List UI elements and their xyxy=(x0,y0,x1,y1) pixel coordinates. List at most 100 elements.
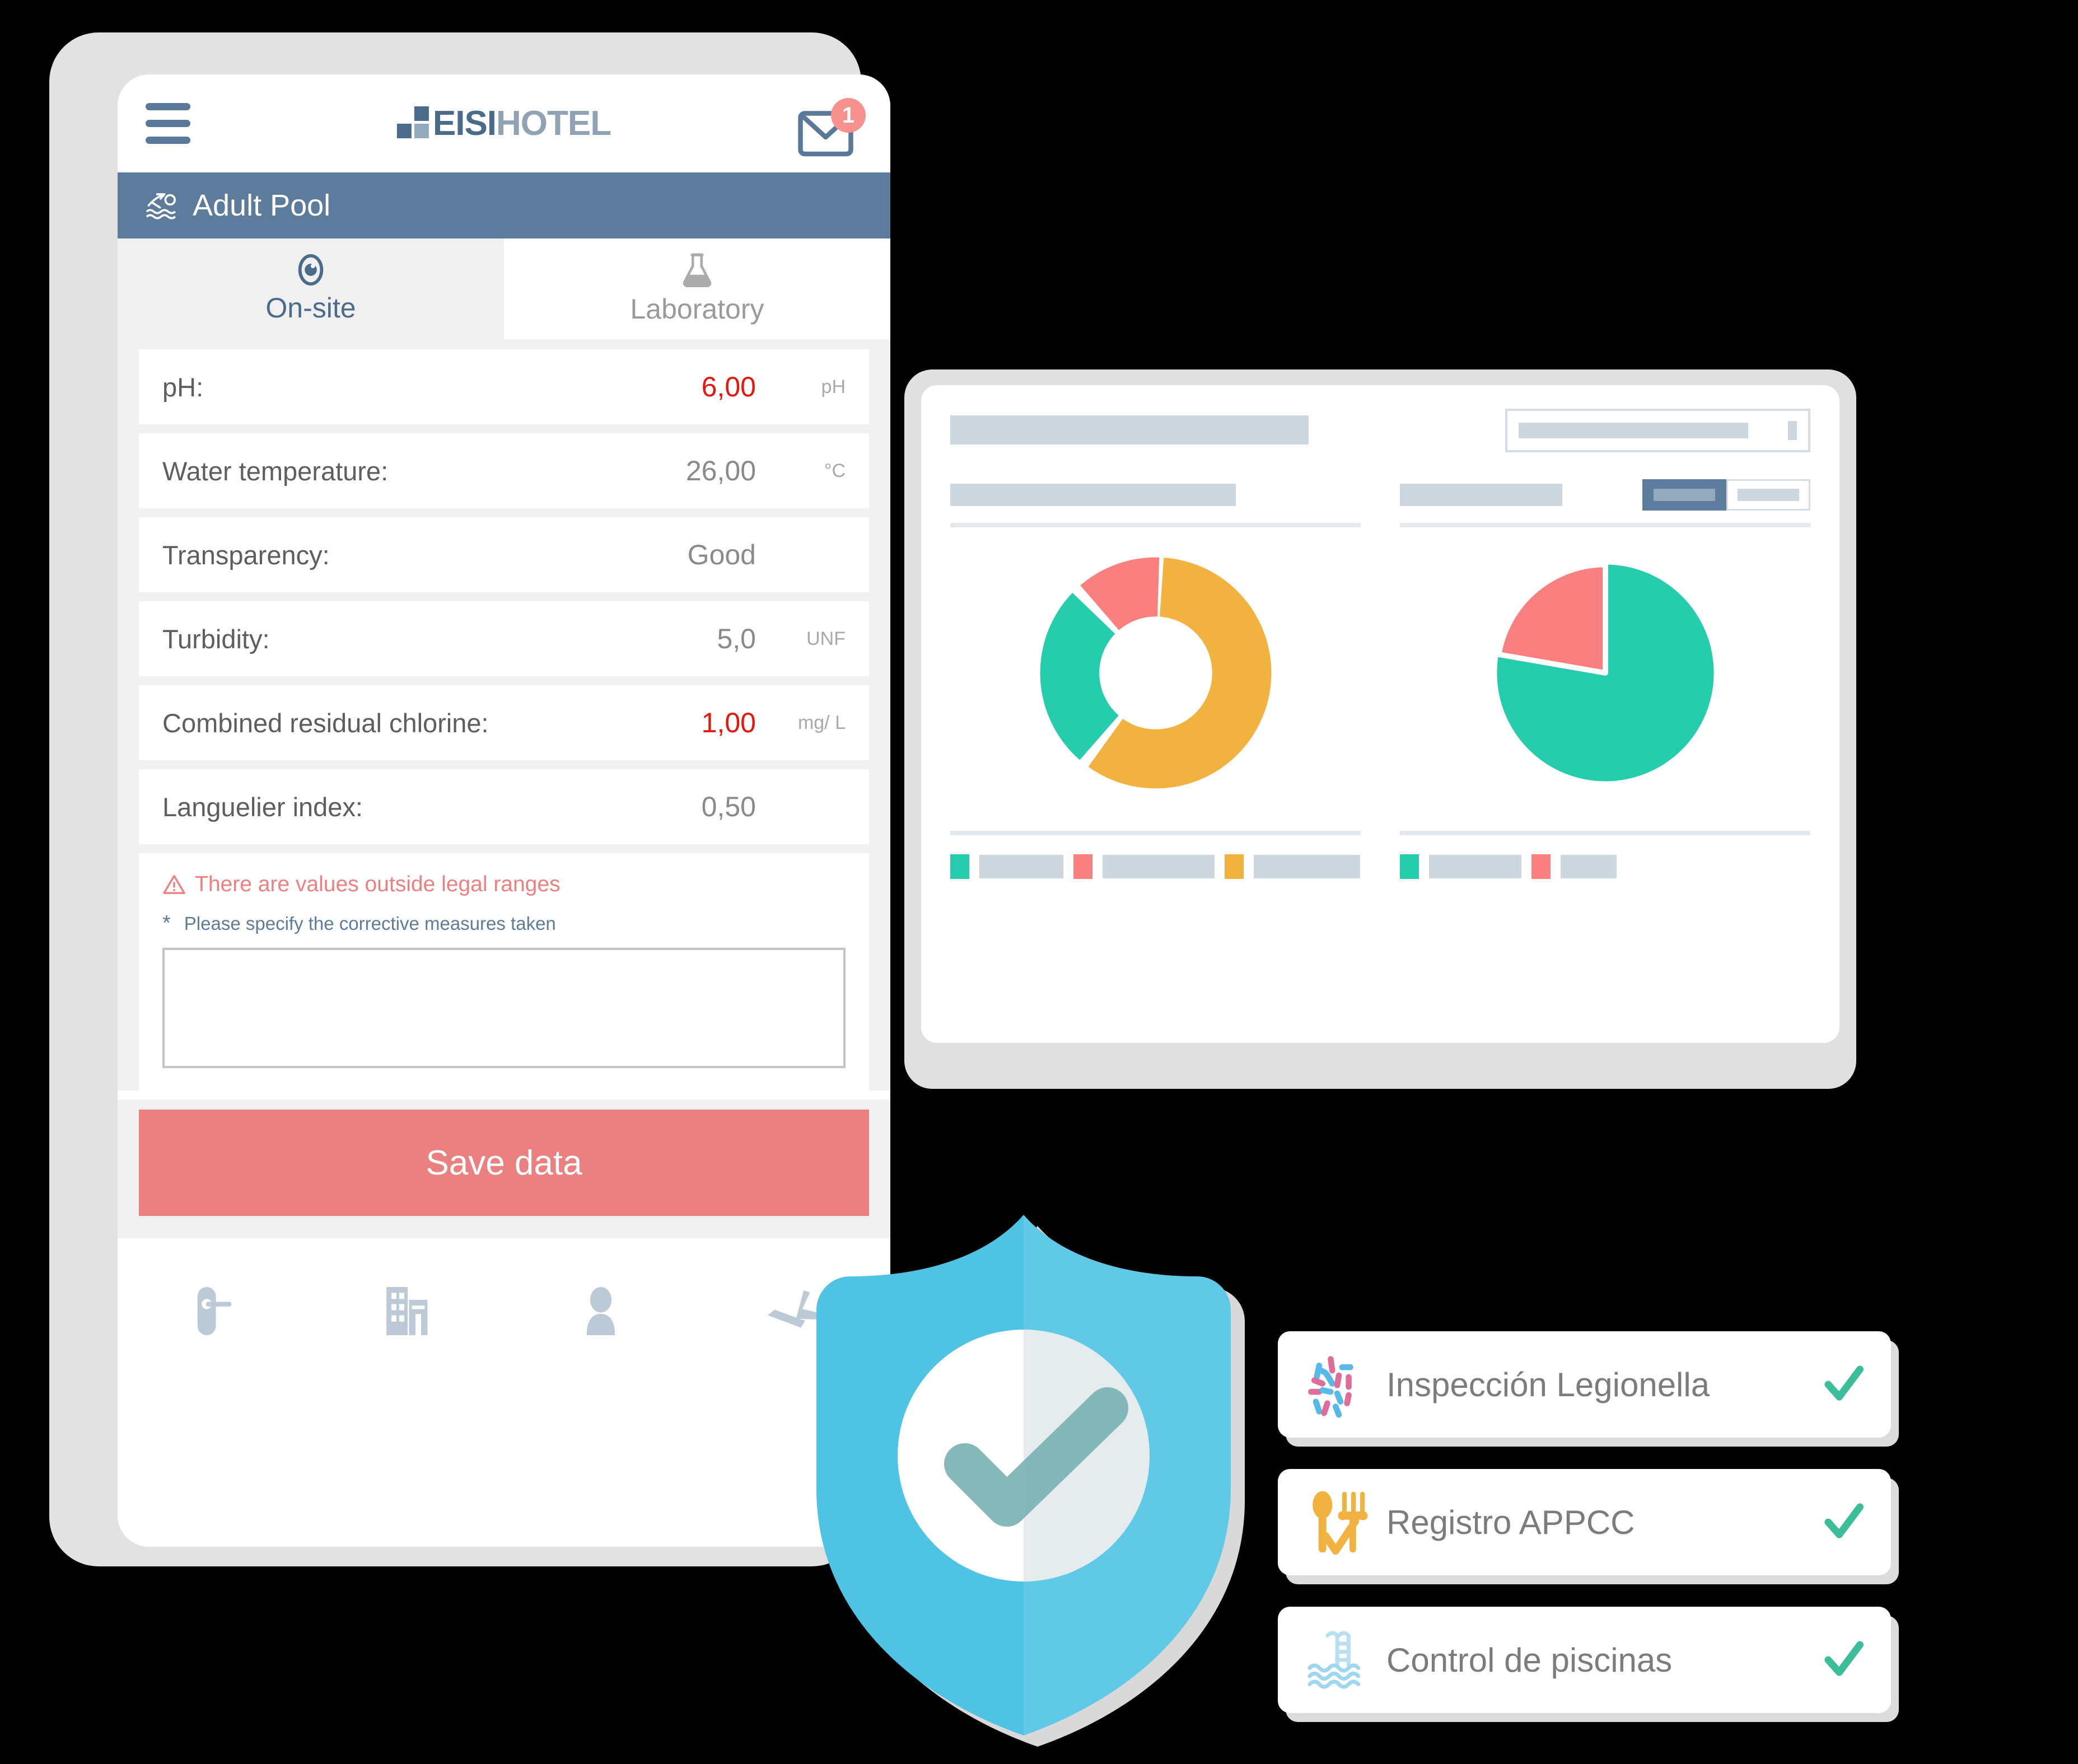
badge-card-pools[interactable]: Control de piscinas xyxy=(1278,1607,1891,1713)
page-title: Adult Pool xyxy=(193,189,331,222)
field-ph-unit: pH xyxy=(821,376,846,397)
logo-text-secondary: HOTEL xyxy=(496,104,611,143)
corrective-measures-label: Please specify the corrective measures t… xyxy=(184,913,556,934)
legend-swatch-coral xyxy=(1073,854,1092,879)
field-water-temperature[interactable]: Water temperature: 26,00 °C xyxy=(139,433,869,508)
person-icon xyxy=(586,1287,615,1335)
corrective-measures-card: There are values outside legal ranges * … xyxy=(139,853,869,1091)
pool-ladder-icon xyxy=(1302,1627,1375,1693)
bottom-navigation xyxy=(118,1238,890,1384)
pool-context-bar: Adult Pool xyxy=(118,172,890,238)
field-turbidity-label: Turbidity: xyxy=(162,624,270,654)
badge-label: Inspección Legionella xyxy=(1386,1365,1710,1403)
pie-chart[interactable] xyxy=(1400,527,1810,818)
tab-laboratory[interactable]: Laboratory xyxy=(504,238,890,339)
measurements-form: pH: 6,00 pH Water temperature: 26,00 °C … xyxy=(118,339,890,1091)
cutlery-check-icon xyxy=(1302,1489,1375,1556)
donut-panel-divider xyxy=(950,523,1361,527)
door-handle-icon xyxy=(197,1287,231,1335)
pie-legend-divider xyxy=(1400,831,1810,835)
toggle-inactive-label-placeholder xyxy=(1738,489,1799,501)
dashboard-screen xyxy=(921,385,1839,1043)
warning-triangle-icon xyxy=(163,875,185,894)
field-combined-residual-chlorine-unit: mg/ L xyxy=(797,712,846,733)
shield-check-icon xyxy=(816,1215,1245,1747)
field-combined-residual-chlorine[interactable]: Combined residual chlorine: 1,00 mg/ L xyxy=(139,685,869,760)
field-ph-value: 6,00 xyxy=(701,371,756,403)
check-icon xyxy=(1818,1640,1869,1679)
logo-bars-icon xyxy=(396,106,429,138)
toggle-option-active[interactable] xyxy=(1642,479,1726,511)
nav-item-guest[interactable] xyxy=(504,1284,697,1338)
dashboard-header xyxy=(950,409,1810,452)
legend-label-placeholder-3 xyxy=(1254,855,1360,878)
badge-label: Registro APPCC xyxy=(1386,1503,1635,1541)
search-icon xyxy=(1788,421,1797,440)
search-value-placeholder xyxy=(1519,423,1748,438)
legend-swatch-teal xyxy=(1400,854,1419,879)
mail-badge-count: 1 xyxy=(831,98,866,133)
phone-screen: EISIHOTEL 1 Adult Pool On-site Laborator… xyxy=(118,74,890,1547)
tablet-device-frame xyxy=(904,369,1856,1089)
pie-panel-divider xyxy=(1400,523,1810,527)
field-water-temperature-unit: °C xyxy=(824,460,846,481)
pie-view-toggle[interactable] xyxy=(1642,479,1810,511)
field-ph-label: pH: xyxy=(162,372,204,402)
field-transparency[interactable]: Transparency: Good xyxy=(139,517,869,592)
field-languelier-index-value: 0,50 xyxy=(701,791,756,822)
field-combined-residual-chlorine-label: Combined residual chlorine: xyxy=(162,708,489,738)
shield-check-badge xyxy=(816,1215,1259,1752)
search-input[interactable] xyxy=(1505,409,1810,452)
field-turbidity-value: 5,0 xyxy=(717,623,756,654)
badge-card-legionella[interactable]: Inspección Legionella xyxy=(1278,1331,1891,1438)
eye-icon xyxy=(298,254,324,286)
tab-laboratory-label: Laboratory xyxy=(630,293,764,325)
phone-device-frame: EISIHOTEL 1 Adult Pool On-site Laborator… xyxy=(49,32,890,1566)
donut-panel-header xyxy=(950,479,1361,511)
field-combined-residual-chlorine-value: 1,00 xyxy=(701,707,756,738)
swimmer-icon xyxy=(146,193,176,219)
check-icon xyxy=(1818,1365,1869,1404)
corrective-measures-input[interactable] xyxy=(162,948,846,1068)
donut-legend xyxy=(950,835,1361,879)
dashboard-title-placeholder xyxy=(950,415,1309,444)
legend-label-placeholder-2 xyxy=(1103,855,1215,878)
donut-panel xyxy=(950,479,1361,879)
field-turbidity-unit: UNF xyxy=(806,628,846,649)
badge-label: Control de piscinas xyxy=(1386,1641,1673,1679)
pie-panel xyxy=(1400,479,1810,879)
field-water-temperature-value: 26,00 xyxy=(685,455,756,486)
field-languelier-index[interactable]: Languelier index: 0,50 xyxy=(139,769,869,844)
building-icon xyxy=(386,1287,427,1335)
tab-on-site-label: On-site xyxy=(265,292,356,324)
required-marker: * xyxy=(162,911,171,935)
flask-icon xyxy=(683,253,712,287)
mail-button[interactable]: 1 xyxy=(796,98,866,165)
screenshot-root: EISIHOTEL 1 Adult Pool On-site Laborator… xyxy=(0,0,2078,1764)
legend-label-placeholder-2 xyxy=(1561,855,1617,878)
donut-chart-svg xyxy=(1040,557,1271,789)
airplane-takeoff-icon xyxy=(767,1290,818,1328)
badge-card-appcc[interactable]: Registro APPCC xyxy=(1278,1469,1891,1575)
toggle-option-inactive[interactable] xyxy=(1726,479,1810,511)
save-section: Save data xyxy=(118,1099,890,1238)
hamburger-icon[interactable] xyxy=(146,103,190,144)
nav-item-rooms[interactable] xyxy=(118,1284,311,1338)
field-ph[interactable]: pH: 6,00 pH xyxy=(139,349,869,424)
pie-panel-title-placeholder xyxy=(1400,484,1562,506)
toggle-active-label-placeholder xyxy=(1654,489,1715,501)
pie-legend xyxy=(1400,835,1810,879)
tab-on-site[interactable]: On-site xyxy=(118,238,504,339)
field-transparency-value: Good xyxy=(687,539,756,570)
check-icon xyxy=(1818,1503,1869,1542)
dashboard-panels xyxy=(950,479,1810,879)
nav-item-hotel[interactable] xyxy=(311,1284,504,1338)
pie-panel-header xyxy=(1400,479,1810,511)
donut-legend-divider xyxy=(950,831,1361,835)
donut-chart[interactable] xyxy=(950,527,1361,818)
field-turbidity[interactable]: Turbidity: 5,0 UNF xyxy=(139,601,869,676)
legend-swatch-teal xyxy=(950,854,969,879)
bacteria-icon xyxy=(1302,1351,1375,1418)
logo-text-primary: EISI xyxy=(432,104,497,143)
save-button[interactable]: Save data xyxy=(139,1110,869,1216)
